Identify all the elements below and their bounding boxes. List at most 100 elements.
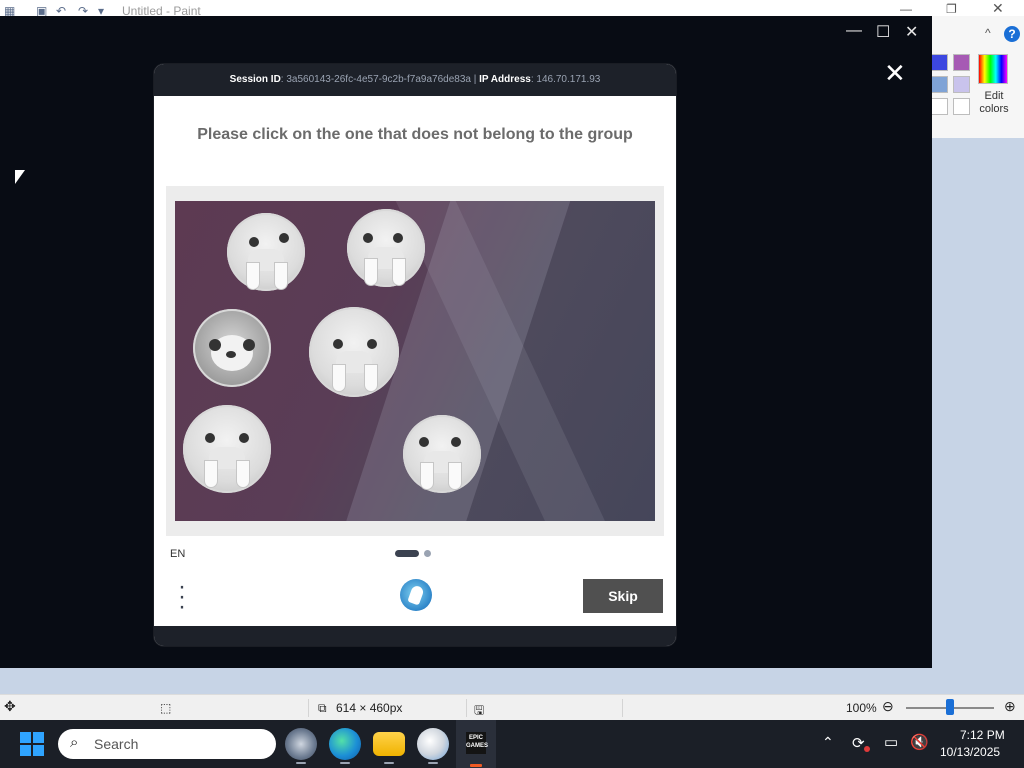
animal-eye (205, 433, 215, 443)
animal-eye (363, 233, 373, 243)
ip-address-value: 146.70.171.93 (536, 74, 601, 85)
color-swatch-blue[interactable] (931, 54, 948, 71)
running-indicator (296, 762, 306, 764)
running-indicator (384, 762, 394, 764)
walrus-tusk (365, 259, 377, 285)
seal-nose (226, 351, 236, 358)
zoom-out-icon[interactable]: ⊖ (882, 698, 894, 715)
hcaptcha-logo-icon (400, 579, 432, 611)
walrus-tile[interactable] (347, 209, 425, 287)
taskbar-search-box[interactable]: ⌕ Search (58, 729, 276, 759)
paint-title-bar: ▦ ▣ ↶ ↷ ▾ Untitled - Paint — ❐ ✕ (0, 0, 1024, 18)
color-swatch-empty[interactable] (953, 98, 970, 115)
epic-games-icon: EPIC GAMES (466, 732, 488, 754)
status-divider (308, 699, 309, 717)
pagination-dot-active (395, 550, 419, 557)
animal-eye (279, 233, 289, 243)
animal-eye (333, 339, 343, 349)
walrus-tile[interactable] (227, 213, 305, 291)
show-hidden-icons-chevron[interactable]: ⌃ (822, 734, 834, 751)
animal-eye (243, 339, 255, 351)
canvas-size-icon: ⧉ (318, 701, 327, 715)
help-icon[interactable]: ? (1004, 26, 1020, 42)
walrus-tusk (275, 263, 287, 289)
color-swatch-lavender[interactable] (953, 76, 970, 93)
overlay-close-button[interactable]: ✕ (905, 22, 918, 42)
walrus-tile[interactable] (183, 405, 271, 493)
pagination-dot (424, 550, 431, 557)
running-indicator (340, 762, 350, 764)
active-app-indicator (470, 764, 482, 767)
canvas-size-readout: 614 × 460px (336, 701, 403, 715)
session-id-label: Session ID (229, 74, 281, 85)
animal-eye (239, 433, 249, 443)
status-divider (466, 699, 467, 717)
zoom-in-icon[interactable]: ⊕ (1004, 698, 1016, 715)
settings-icon[interactable] (285, 728, 317, 760)
file-size-icon: 🖫 (474, 703, 485, 717)
paint-status-bar: ✥ ⬚ ⧉ 614 × 460px 🖫 100% ⊖ ⊕ (0, 694, 1024, 720)
session-id-value: 3a560143-26fc-4e57-9c2b-f7a9a76de83a (286, 74, 471, 85)
windows-taskbar: ⌕ Search EPIC GAMES ⌃ ⟳ ▭ 🔇 7:12 PM 10/1… (0, 720, 1024, 768)
epic-games-button[interactable]: EPIC GAMES (456, 720, 496, 768)
volume-muted-icon[interactable]: 🔇 (910, 733, 929, 751)
walrus-tusk (365, 365, 377, 391)
paint-close-button[interactable]: ✕ (992, 0, 1004, 17)
sync-status-icon[interactable]: ⟳ (852, 734, 865, 752)
animal-eye (367, 339, 377, 349)
search-icon: ⌕ (70, 734, 79, 751)
running-indicator (428, 762, 438, 764)
ribbon-collapse-icon[interactable]: ^ (985, 26, 991, 40)
search-placeholder: Search (94, 736, 139, 752)
puzzle-frame (166, 186, 664, 536)
color-swatch-purple[interactable] (953, 54, 970, 71)
captcha-footer-bar (154, 626, 676, 646)
status-divider (622, 699, 623, 717)
paint-restore-button[interactable]: ❐ (946, 2, 957, 16)
walrus-tusk (333, 365, 345, 391)
captcha-close-icon[interactable]: ✕ (884, 60, 906, 86)
color-swatch-steel-blue[interactable] (931, 76, 948, 93)
edge-browser-icon[interactable] (329, 728, 361, 760)
zoom-level-readout: 100% (846, 701, 877, 715)
ip-address-label: IP Address (479, 74, 531, 85)
walrus-tusk (393, 259, 405, 285)
selection-size-icon: ⬚ (160, 701, 172, 715)
windows-logo-pane (20, 732, 31, 743)
zoom-slider-thumb[interactable] (946, 699, 954, 715)
display-icon[interactable]: ▭ (884, 733, 898, 751)
walrus-tusk (247, 263, 259, 289)
animal-eye (419, 437, 429, 447)
puzzle-image[interactable] (175, 201, 655, 521)
file-explorer-icon[interactable] (373, 732, 405, 756)
animal-eye (209, 339, 221, 351)
overlay-maximize-button[interactable]: ☐ (876, 22, 890, 42)
cursor-position-icon: ✥ (4, 698, 16, 714)
edit-colors-icon[interactable] (978, 54, 1008, 84)
start-button[interactable] (20, 732, 44, 756)
windows-logo-pane (20, 745, 31, 756)
language-selector[interactable]: EN (170, 548, 185, 560)
paint-canvas-background (932, 138, 1024, 668)
windows-logo-pane (33, 732, 44, 743)
animal-eye (249, 237, 259, 247)
color-swatch-empty[interactable] (931, 98, 948, 115)
animal-eye (451, 437, 461, 447)
skip-button[interactable]: Skip (583, 579, 663, 613)
walrus-tile[interactable] (403, 415, 481, 493)
paint-canvas-background (0, 668, 1024, 694)
animal-eye (393, 233, 403, 243)
captcha-session-header: Session ID: 3a560143-26fc-4e57-9c2b-f7a9… (154, 64, 676, 96)
clock-date[interactable]: 10/13/2025 (940, 745, 1000, 759)
walrus-tusk (449, 463, 461, 489)
paint-app-icon[interactable] (417, 728, 449, 760)
more-options-icon[interactable]: · · · (176, 575, 188, 619)
edit-colors-label[interactable]: Edit colors (972, 90, 1016, 116)
captcha-dialog: Session ID: 3a560143-26fc-4e57-9c2b-f7a9… (154, 64, 676, 646)
mouse-cursor (15, 170, 25, 184)
clock-time[interactable]: 7:12 PM (960, 728, 1005, 742)
seal-tile[interactable] (193, 309, 271, 387)
walrus-tile[interactable] (309, 307, 399, 397)
paint-minimize-button[interactable]: — (900, 2, 912, 16)
overlay-minimize-button[interactable]: — (846, 22, 862, 40)
